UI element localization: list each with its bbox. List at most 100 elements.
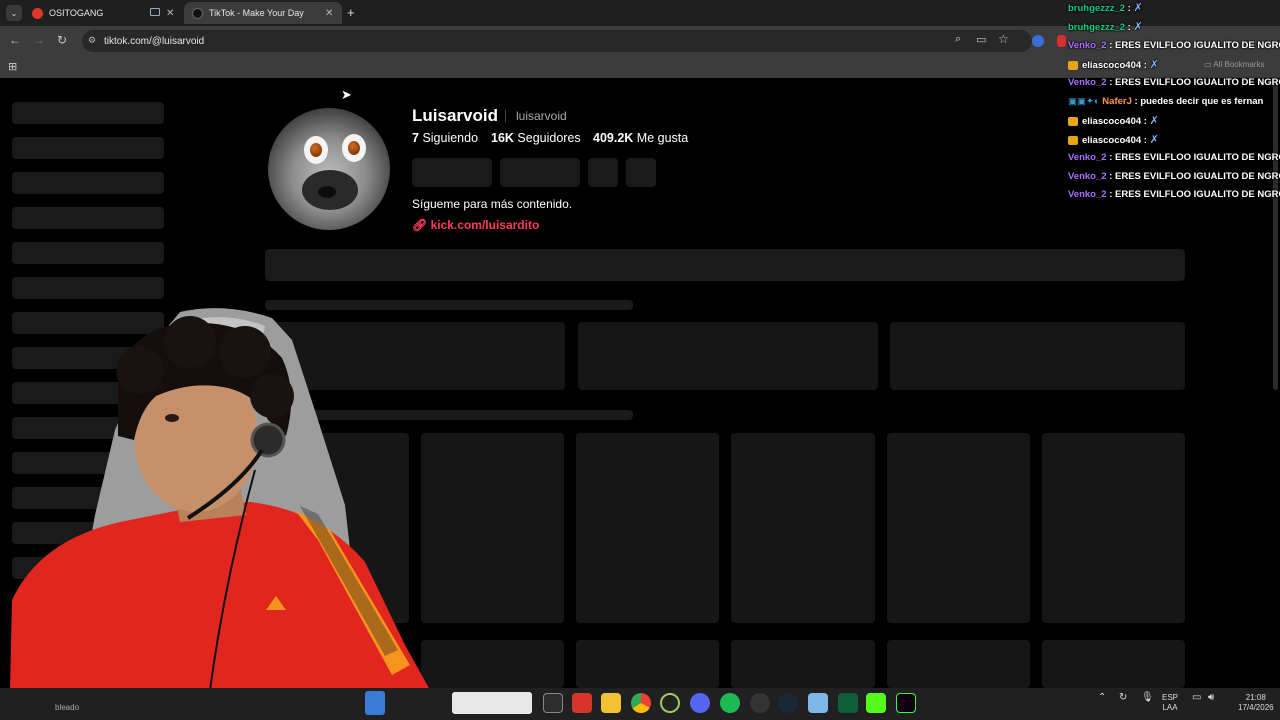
hair-curl bbox=[250, 374, 294, 418]
likes-label: Me gusta bbox=[636, 131, 689, 145]
hair-curl bbox=[164, 316, 216, 368]
apps-grid-icon[interactable]: ⊞ bbox=[8, 60, 17, 73]
following-stat[interactable]: 7 Siguiendo bbox=[412, 131, 478, 145]
tab-tiktok[interactable]: TikTok - Make Your Day ✕ bbox=[184, 2, 342, 24]
followers-stat[interactable]: 16K Seguidores bbox=[491, 131, 581, 145]
chat-message: Venko_2 : ERES EVILFLOO IGUALITO DE NGRO bbox=[1068, 189, 1280, 200]
playlist-skeleton bbox=[578, 322, 878, 390]
chat-message: eliascoco404 : ✗ bbox=[1068, 58, 1159, 71]
avatar-nose bbox=[318, 186, 336, 198]
chat-message: eliascoco404 : ✗ bbox=[1068, 133, 1159, 146]
video-card-skeleton[interactable] bbox=[731, 433, 875, 623]
clock[interactable]: 21:08 17/4/2026 bbox=[1238, 693, 1274, 713]
chrome-icon[interactable] bbox=[631, 693, 651, 713]
address-bar[interactable]: ⚙ tiktok.com/@luisarvoid bbox=[82, 30, 1032, 52]
likes-count: 409.2K bbox=[593, 131, 634, 145]
microphone-icon[interactable]: 🎙︎ bbox=[1141, 693, 1154, 703]
close-tab-icon[interactable]: ✕ bbox=[325, 8, 333, 19]
more-button-skeleton[interactable] bbox=[626, 158, 656, 187]
video-card-skeleton[interactable] bbox=[731, 640, 875, 688]
sidebar-skeleton-item bbox=[12, 102, 164, 124]
tab-ositogang[interactable]: OSITOGANG ✕ bbox=[24, 2, 184, 24]
volume-icon[interactable]: 🔊︎ bbox=[1208, 693, 1214, 703]
file-explorer-icon[interactable] bbox=[601, 693, 621, 713]
all-bookmarks[interactable]: ▭ All Bookmarks bbox=[1204, 60, 1264, 69]
hair-curl bbox=[116, 346, 164, 394]
back-icon[interactable]: ← bbox=[9, 33, 21, 47]
app-icon[interactable] bbox=[896, 693, 916, 713]
app-icon[interactable] bbox=[838, 693, 858, 713]
video-card-skeleton[interactable] bbox=[887, 640, 1030, 688]
update-icon[interactable]: ↻ bbox=[1119, 693, 1127, 703]
app-icon[interactable] bbox=[750, 693, 770, 713]
chat-message: ▣▣✦◐ NaferJ : puedes decir que es fernan bbox=[1068, 96, 1264, 107]
task-view-icon[interactable] bbox=[543, 693, 563, 713]
cast-icon[interactable]: ▭ bbox=[976, 33, 986, 46]
bookmark-star-icon[interactable]: ☆ bbox=[998, 32, 1009, 46]
new-tab-button[interactable]: + bbox=[347, 5, 355, 20]
suggest-button-skeleton[interactable] bbox=[588, 158, 618, 187]
ositogang-favicon-icon bbox=[32, 7, 43, 19]
kick-icon[interactable] bbox=[866, 693, 886, 713]
profile-username: luisarvoid bbox=[516, 109, 567, 123]
hair-curl bbox=[219, 326, 271, 378]
network-icon[interactable]: ▭ bbox=[1192, 693, 1201, 703]
tab-search-icon[interactable]: ⌄ bbox=[6, 5, 22, 21]
profile-avatar[interactable] bbox=[268, 108, 390, 230]
taskbar-search-box[interactable] bbox=[452, 692, 532, 714]
tab-title: TikTok - Make Your Day bbox=[209, 8, 304, 18]
avatar-left-eye bbox=[304, 136, 328, 164]
webcam-overlay bbox=[10, 308, 430, 690]
chat-message: Venko_2 : ERES EVILFLOO IGUALITO DE NGRO bbox=[1068, 152, 1280, 163]
picture-in-picture-icon[interactable] bbox=[150, 8, 160, 16]
subscriber-badge-icon bbox=[1068, 116, 1078, 126]
subscriber-badge-icon bbox=[1068, 135, 1078, 145]
notepad-icon[interactable] bbox=[808, 693, 828, 713]
emote-icon: ✗ bbox=[1149, 134, 1159, 146]
emote-icon: ✗ bbox=[1149, 59, 1159, 71]
url-text: tiktok.com/@luisarvoid bbox=[104, 35, 205, 47]
taskbar-app-icon[interactable] bbox=[365, 691, 385, 715]
video-card-skeleton[interactable] bbox=[1042, 433, 1185, 623]
discord-icon[interactable] bbox=[690, 693, 710, 713]
video-card-skeleton[interactable] bbox=[1042, 640, 1185, 688]
reload-icon[interactable]: ↻ bbox=[57, 33, 67, 47]
emote-icon: ✗ bbox=[1149, 115, 1159, 127]
page-scrollbar[interactable] bbox=[1273, 80, 1278, 390]
chat-badges-icon: ▣▣✦◐ bbox=[1068, 96, 1103, 107]
profile-link[interactable]: 🔗︎ kick.com/luisardito bbox=[412, 218, 539, 232]
steam-icon[interactable] bbox=[778, 693, 798, 713]
follow-button-skeleton[interactable] bbox=[412, 158, 492, 187]
obs-icon[interactable] bbox=[660, 693, 680, 713]
profile-display-name: Luisarvoid bbox=[412, 106, 498, 125]
chat-message: Venko_2 : ERES EVILFLOO IGUALITO DE NGRO bbox=[1068, 171, 1280, 182]
forward-icon[interactable]: → bbox=[33, 33, 45, 47]
name-divider bbox=[505, 110, 506, 122]
show-hidden-icons-icon[interactable]: ⌃ bbox=[1098, 693, 1106, 703]
playlist-skeleton bbox=[890, 322, 1185, 390]
sidebar-skeleton-item bbox=[12, 277, 164, 299]
headset-earcup bbox=[250, 422, 286, 458]
chat-message: bruhgezzz_2 : ✗ bbox=[1068, 21, 1143, 33]
extension-icon[interactable] bbox=[1032, 35, 1044, 47]
app-icon[interactable] bbox=[572, 693, 592, 713]
language-indicator[interactable]: ESP LAA bbox=[1162, 693, 1178, 713]
message-button-skeleton[interactable] bbox=[500, 158, 580, 187]
sidebar-skeleton-item bbox=[12, 207, 164, 229]
spotify-icon[interactable] bbox=[720, 693, 740, 713]
video-card-skeleton[interactable] bbox=[576, 433, 719, 623]
close-tab-icon[interactable]: ✕ bbox=[166, 8, 174, 19]
followers-count: 16K bbox=[491, 131, 514, 145]
emote-icon: ✗ bbox=[1133, 2, 1143, 14]
zoom-icon[interactable]: ⌕ bbox=[955, 33, 961, 46]
profile-bio: Sígueme para más contenido. bbox=[412, 197, 573, 211]
chat-message: Venko_2 : ERES EVILFLOO IGUALITO DE NGRO bbox=[1068, 77, 1280, 88]
video-card-skeleton[interactable] bbox=[887, 433, 1030, 623]
site-info-icon[interactable]: ⚙ bbox=[88, 35, 96, 46]
sidebar-skeleton-item bbox=[12, 172, 164, 194]
chat-message: bruhgezzz_2 : ✗ bbox=[1068, 2, 1143, 14]
extension-icon[interactable] bbox=[1057, 35, 1066, 47]
followers-label: Seguidores bbox=[517, 131, 581, 145]
video-card-skeleton[interactable] bbox=[576, 640, 719, 688]
taskbar-search-hint[interactable]: bleado bbox=[55, 703, 79, 712]
